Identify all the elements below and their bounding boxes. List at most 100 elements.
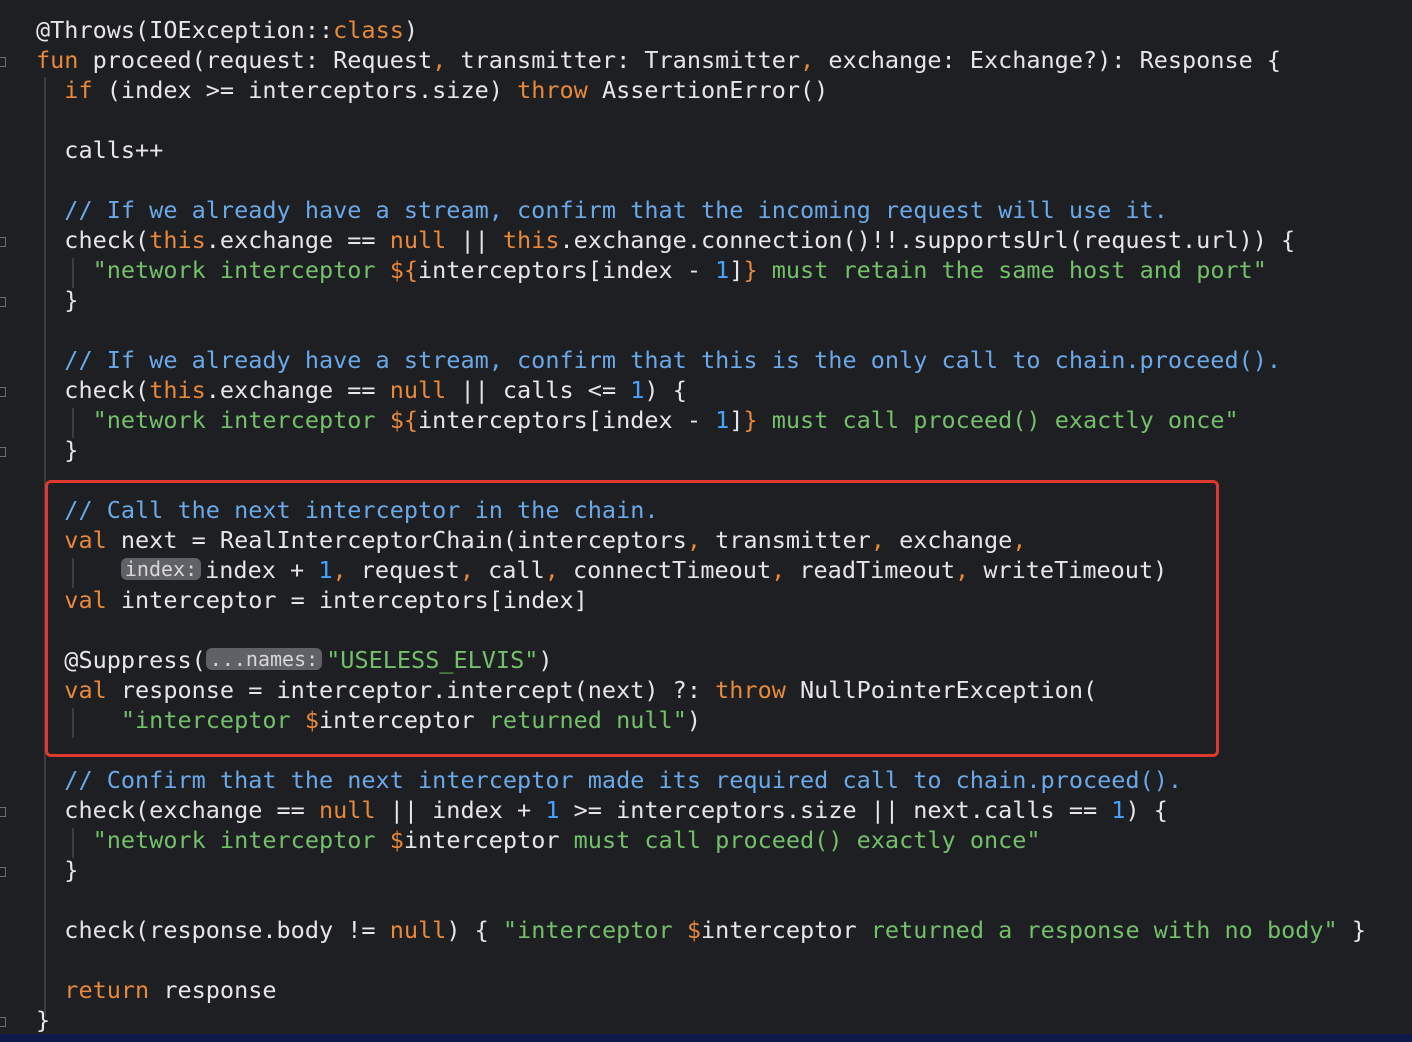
code-token: } — [36, 286, 79, 314]
code-token: ) { — [446, 916, 503, 944]
code-editor[interactable]: @Throws(IOException::class) fun proceed(r… — [0, 0, 1412, 1034]
code-token: interceptors[index - — [418, 406, 716, 434]
code-line[interactable]: if (index >= interceptors.size) throw As… — [36, 75, 828, 105]
code-line[interactable]: } — [36, 435, 78, 465]
code-token: } — [743, 406, 758, 434]
code-token: .exchange == — [205, 376, 390, 404]
code-token: "network interceptor — [36, 826, 390, 854]
code-token: check( — [36, 376, 150, 404]
code-token: this — [149, 376, 206, 404]
code-line[interactable]: check(this.exchange == null || calls <= … — [36, 375, 687, 405]
code-token: null — [389, 226, 447, 254]
code-token: "network interceptor — [36, 406, 390, 434]
code-line[interactable]: check(this.exchange == null || this.exch… — [36, 225, 1295, 255]
code-token: @Throws(IOException:: — [36, 16, 334, 44]
code-token: // If we already have a stream, confirm … — [36, 346, 1282, 374]
code-token: , — [432, 46, 461, 74]
indent-guide — [72, 408, 74, 438]
code-token: "network interceptor — [36, 256, 390, 284]
code-token: exchange: Exchange?): Response { — [828, 46, 1282, 74]
fold-icon[interactable] — [0, 57, 6, 67]
code-token: check(response.body != — [36, 916, 390, 944]
code-token: interceptor — [701, 916, 857, 944]
code-line[interactable]: check(response.body != null) { "intercep… — [36, 915, 1366, 945]
fold-icon[interactable] — [0, 387, 6, 397]
highlight-box — [45, 480, 1219, 757]
fold-icon[interactable] — [0, 1017, 6, 1027]
code-token: ) { — [644, 376, 687, 404]
code-token: return — [36, 976, 164, 1004]
code-token: ] — [729, 406, 744, 434]
indent-guide — [72, 258, 74, 288]
fold-icon[interactable] — [0, 807, 6, 817]
code-token: null — [318, 796, 376, 824]
code-token: >= interceptors.size || next.calls == — [559, 796, 1112, 824]
code-token: } — [743, 256, 758, 284]
code-token: AssertionError() — [601, 76, 829, 104]
code-token: interceptor — [403, 826, 560, 854]
code-line[interactable]: // If we already have a stream, confirm … — [36, 345, 1281, 375]
code-token: null — [389, 916, 447, 944]
code-line[interactable]: "network interceptor $interceptor must c… — [36, 825, 1041, 855]
code-token: ) — [403, 16, 419, 44]
code-token: null — [389, 376, 447, 404]
code-token: response — [163, 976, 277, 1004]
indent-guide — [72, 828, 74, 858]
fold-icon[interactable] — [0, 447, 6, 457]
code-token: check( — [36, 226, 150, 254]
code-token: ] — [729, 256, 744, 284]
code-token: 1 — [545, 796, 560, 824]
code-token: 1 — [715, 256, 730, 284]
code-token: class — [333, 16, 404, 44]
code-token: ) { — [1125, 796, 1168, 824]
code-line[interactable]: fun proceed(request: Request, transmitte… — [36, 45, 1281, 75]
code-token: $ — [389, 826, 404, 854]
code-token: $ — [686, 916, 701, 944]
code-token: || — [446, 226, 503, 254]
code-line[interactable]: } — [36, 285, 78, 315]
code-token: must call proceed() exactly once" — [559, 826, 1041, 854]
code-token: interceptors[index - — [418, 256, 716, 284]
code-token: check(exchange == — [36, 796, 319, 824]
code-line[interactable]: // If we already have a stream, confirm … — [36, 195, 1168, 225]
code-token: 1 — [1111, 796, 1126, 824]
code-token: ${ — [389, 406, 419, 434]
code-token: this — [502, 226, 560, 254]
code-line[interactable]: "network interceptor ${interceptors[inde… — [36, 405, 1239, 435]
code-token: if — [36, 76, 107, 104]
code-token: 1 — [715, 406, 730, 434]
code-token: fun — [36, 46, 93, 74]
code-token: (index >= interceptors.size) — [106, 76, 518, 104]
code-token: returned a response with no body" — [856, 916, 1338, 944]
code-line[interactable]: check(exchange == null || index + 1 >= i… — [36, 795, 1168, 825]
code-token: || index + — [375, 796, 546, 824]
code-token: 1 — [630, 376, 645, 404]
code-token: } — [36, 436, 79, 464]
code-token: proceed(request: Request — [92, 46, 433, 74]
code-token: } — [1337, 916, 1366, 944]
code-line[interactable]: // Confirm that the next interceptor mad… — [36, 765, 1182, 795]
code-token: // Confirm that the next interceptor mad… — [36, 766, 1183, 794]
code-token: } — [36, 856, 79, 884]
code-line[interactable]: calls++ — [36, 135, 163, 165]
fold-icon[interactable] — [0, 237, 6, 247]
code-line[interactable]: @Throws(IOException::class) — [36, 15, 418, 45]
code-token: must retain the same host and port" — [757, 256, 1267, 284]
code-token: "interceptor — [502, 916, 687, 944]
code-token: throw — [517, 76, 602, 104]
code-line[interactable]: return response — [36, 975, 277, 1005]
code-token: this — [149, 226, 206, 254]
code-token: transmitter: Transmitter — [460, 46, 801, 74]
code-line[interactable]: "network interceptor ${interceptors[inde… — [36, 255, 1267, 285]
code-token: must call proceed() exactly once" — [757, 406, 1239, 434]
code-token: || calls <= — [446, 376, 631, 404]
fold-icon[interactable] — [0, 297, 6, 307]
fold-icon[interactable] — [0, 867, 6, 877]
code-token: .exchange.connection()!!.supportsUrl(req… — [559, 226, 1296, 254]
code-token: calls++ — [36, 136, 164, 164]
code-token: , — [800, 46, 829, 74]
code-token: ${ — [389, 256, 419, 284]
code-line[interactable]: } — [36, 855, 78, 885]
code-token: .exchange == — [205, 226, 390, 254]
code-token: // If we already have a stream, confirm … — [36, 196, 1168, 224]
